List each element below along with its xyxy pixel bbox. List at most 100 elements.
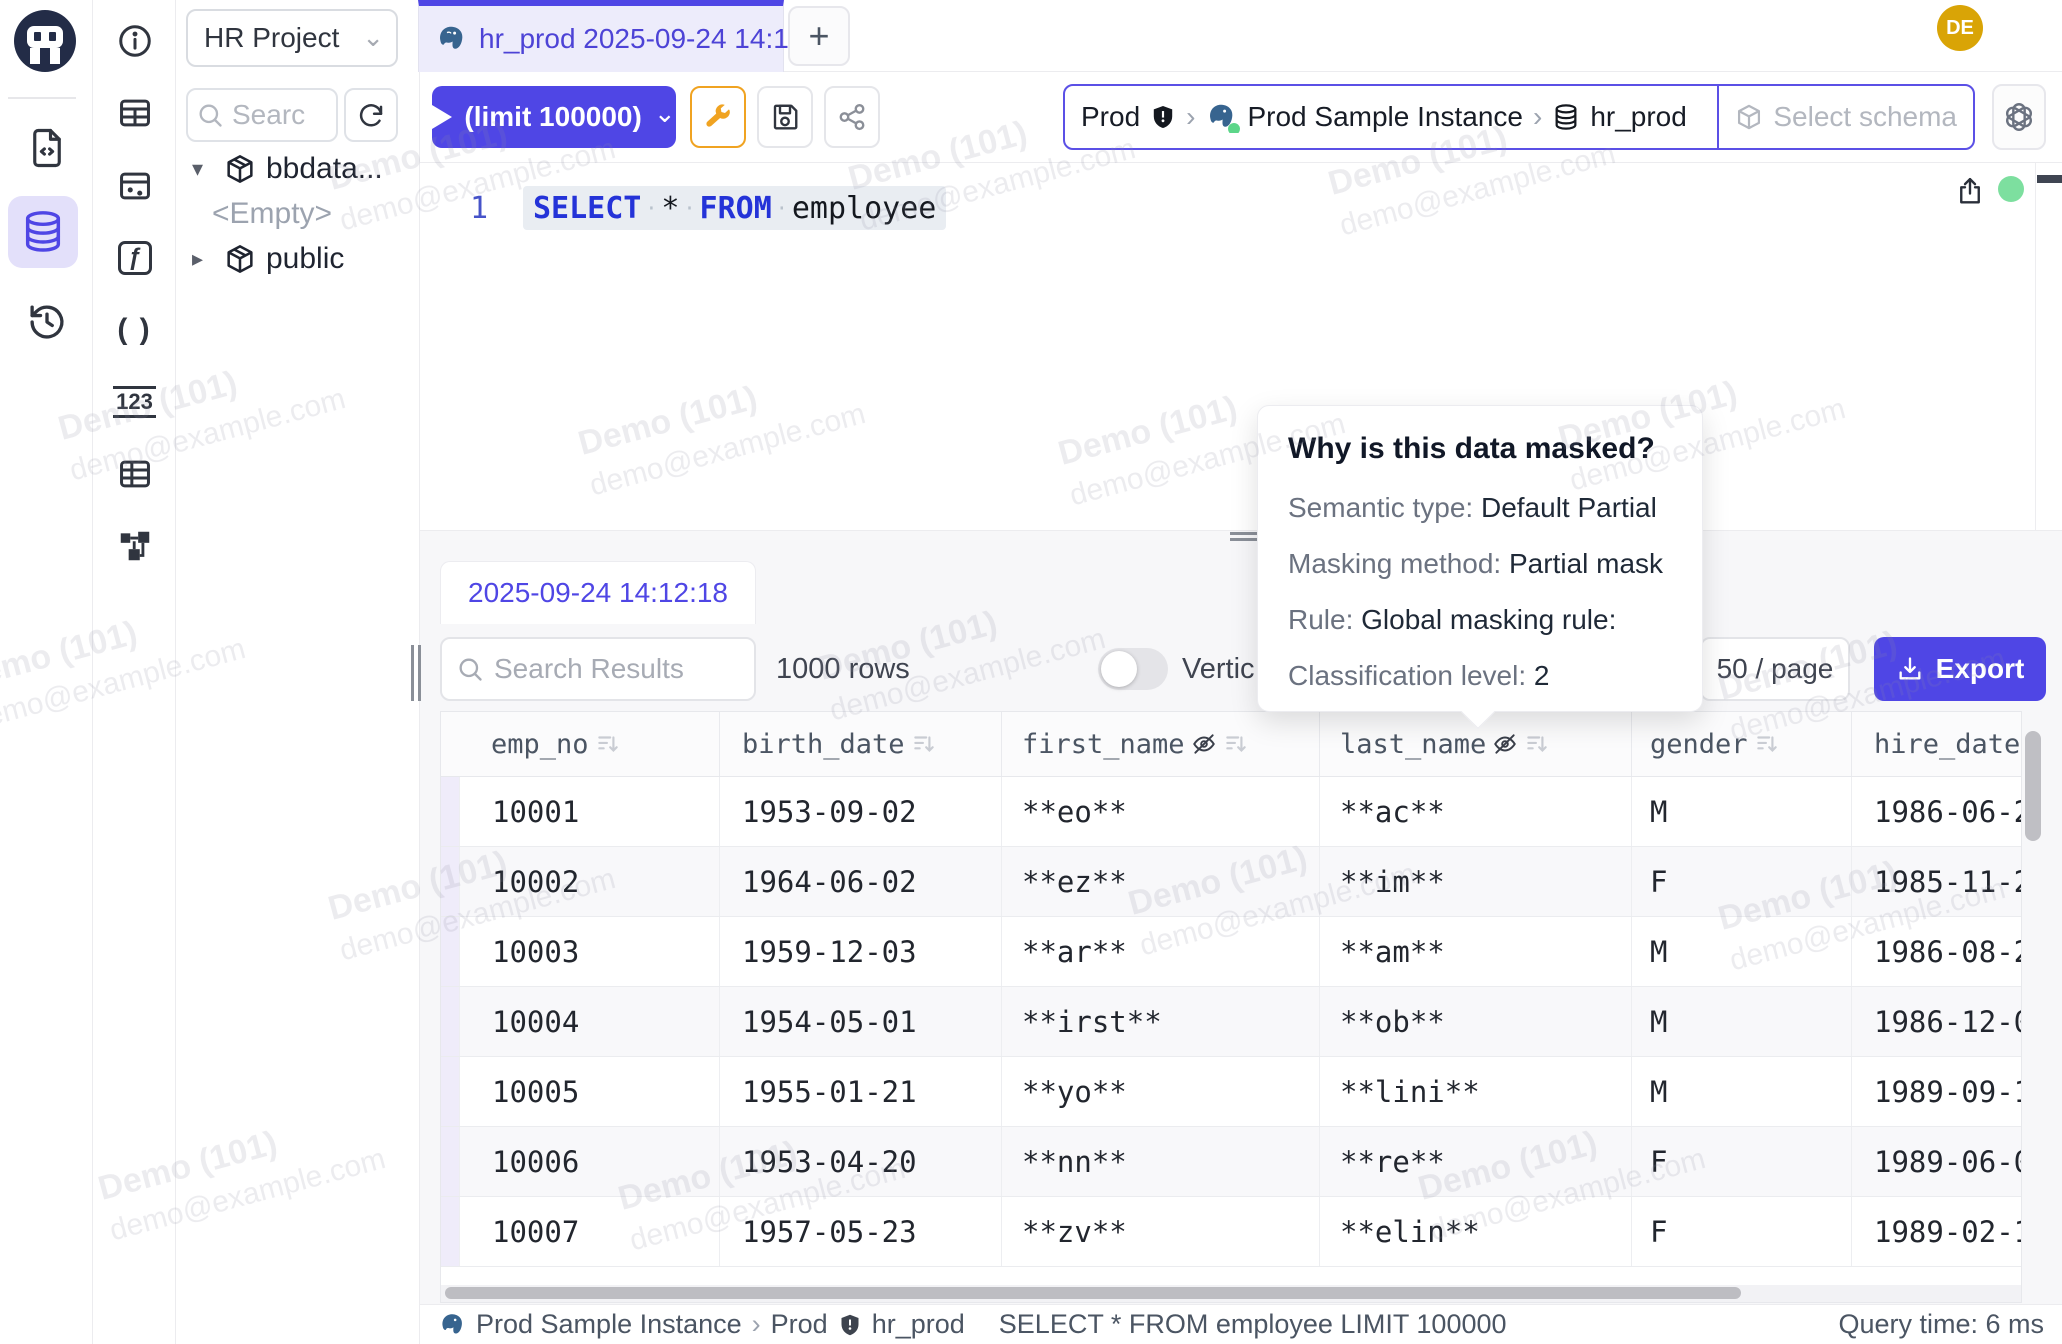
column-header-gender[interactable]: gender (1631, 712, 1851, 776)
cell[interactable]: 1989-02-1 (1851, 1197, 2021, 1266)
tool-data-table[interactable] (93, 156, 176, 216)
format-sql-button[interactable] (690, 86, 746, 148)
cell[interactable]: 10003 (459, 917, 719, 986)
cell[interactable]: 1989-06-0 (1851, 1127, 2021, 1196)
breadcrumb-database[interactable]: hr_prod (1590, 101, 1687, 133)
breadcrumb-env[interactable]: Prod (1081, 101, 1140, 133)
tool-tables[interactable] (93, 83, 176, 143)
postgres-icon (438, 1311, 466, 1339)
sort-icon[interactable] (1223, 731, 1249, 757)
sql-editor[interactable]: 1 SELECT · * · FROM · employee (420, 163, 2062, 530)
cell[interactable]: M (1631, 1057, 1851, 1126)
tab-active-worksheet[interactable]: hr_prod 2025-09-24 14:12 ● (418, 0, 784, 72)
cell-masked[interactable]: **ac** (1319, 777, 1631, 846)
cell[interactable]: F (1631, 1127, 1851, 1196)
tool-info[interactable] (93, 11, 176, 71)
wrench-icon (703, 102, 733, 132)
cell-masked[interactable]: **irst** (1001, 987, 1319, 1056)
sql-editor-app: ƒ ( ) 123 HR P (0, 0, 2062, 1344)
cell[interactable]: 10002 (459, 847, 719, 916)
cell-masked[interactable]: **nn** (1001, 1127, 1319, 1196)
tree-node-database[interactable]: ▾ bbdata... (192, 152, 383, 186)
cell[interactable]: 1953-04-20 (719, 1127, 1001, 1196)
tool-views[interactable] (93, 444, 176, 504)
results-search-input[interactable]: Search Results (440, 637, 756, 701)
panel-resize-handle[interactable] (411, 645, 425, 706)
tree-search-input[interactable]: Searc (186, 88, 338, 142)
sidebar-item-history[interactable] (0, 286, 93, 358)
sort-icon[interactable] (1524, 731, 1550, 757)
run-query-button[interactable]: (limit 100000) ⌄ (432, 86, 676, 148)
project-selector[interactable]: HR Project ⌄ (186, 9, 398, 67)
cell[interactable]: 10006 (459, 1127, 719, 1196)
sort-icon[interactable] (595, 731, 621, 757)
cell[interactable]: M (1631, 987, 1851, 1056)
horizontal-scrollbar-thumb[interactable] (445, 1287, 1741, 1299)
cell[interactable]: M (1631, 917, 1851, 986)
cell[interactable]: 10001 (459, 777, 719, 846)
cell-masked[interactable]: **am** (1319, 917, 1631, 986)
sort-icon[interactable] (1754, 731, 1780, 757)
column-header-emp-no[interactable]: emp_no (441, 712, 719, 776)
connection-breadcrumb[interactable]: Prod › Prod Sample Instance › (1063, 84, 1975, 150)
cell-masked[interactable]: **elin** (1319, 1197, 1631, 1266)
cell[interactable]: 1959-12-03 (719, 917, 1001, 986)
export-button[interactable]: Export (1874, 637, 2046, 701)
cell[interactable]: F (1631, 847, 1851, 916)
tool-parentheses[interactable]: ( ) (93, 300, 176, 360)
cell[interactable]: 1986-08-2 (1851, 917, 2021, 986)
cell[interactable]: 1985-11-2 (1851, 847, 2021, 916)
upload-sheet-button[interactable] (1955, 176, 1985, 206)
cell-masked[interactable]: **ez** (1001, 847, 1319, 916)
ai-assistant-button[interactable] (1992, 84, 2046, 150)
tool-functions[interactable]: ƒ (93, 228, 176, 288)
avatar[interactable]: DE (1937, 5, 1983, 51)
sort-icon[interactable] (911, 731, 937, 757)
new-tab-button[interactable]: + (788, 6, 850, 66)
project-selector-label: HR Project (204, 22, 354, 54)
tree-node-public-schema[interactable]: ▸ public (192, 242, 344, 276)
tool-sequences[interactable]: 123 (93, 372, 176, 432)
save-button[interactable] (757, 86, 813, 148)
cell[interactable]: 1957-05-23 (719, 1197, 1001, 1266)
cell[interactable]: M (1631, 777, 1851, 846)
cell[interactable]: 1989-09-1 (1851, 1057, 2021, 1126)
breadcrumb-instance[interactable]: Prod Sample Instance (1247, 101, 1523, 133)
vertical-scrollbar-thumb[interactable] (2025, 731, 2041, 841)
cell-masked[interactable]: **im** (1319, 847, 1631, 916)
cell[interactable]: 10004 (459, 987, 719, 1056)
parentheses-icon: ( ) (117, 313, 151, 347)
database-cylinder-icon (1552, 103, 1580, 131)
refresh-button[interactable] (344, 88, 398, 142)
cell-masked[interactable]: **zv** (1001, 1197, 1319, 1266)
cell-masked[interactable]: **yo** (1001, 1057, 1319, 1126)
sidebar-item-database-active[interactable] (8, 196, 78, 268)
schema-select[interactable]: Select schema (1717, 86, 1973, 148)
cell[interactable]: 1955-01-21 (719, 1057, 1001, 1126)
cell[interactable]: 10007 (459, 1197, 719, 1266)
sidebar-item-worksheets[interactable] (0, 112, 93, 184)
cell[interactable]: 10005 (459, 1057, 719, 1126)
horizontal-scrollbar[interactable] (441, 1285, 2022, 1302)
cell-masked[interactable]: **re** (1319, 1127, 1631, 1196)
cell[interactable]: 1986-12-0 (1851, 987, 2021, 1056)
vertical-display-toggle[interactable] (1098, 648, 1168, 690)
column-header-first-name[interactable]: first_name (1001, 712, 1319, 776)
bytebase-logo-icon[interactable] (14, 10, 76, 72)
cell[interactable]: 1953-09-02 (719, 777, 1001, 846)
tool-schema-diagram[interactable] (93, 516, 176, 576)
cell[interactable]: 1986-06-2 (1851, 777, 2021, 846)
editor-scrollbar-thumb[interactable] (2037, 175, 2062, 183)
share-button[interactable] (824, 86, 880, 148)
column-header-birth-date[interactable]: birth_date (719, 712, 1001, 776)
cell-masked[interactable]: **lini** (1319, 1057, 1631, 1126)
cell[interactable]: 1954-05-01 (719, 987, 1001, 1056)
cell-masked[interactable]: **eo** (1001, 777, 1319, 846)
cell[interactable]: F (1631, 1197, 1851, 1266)
cell[interactable]: 1964-06-02 (719, 847, 1001, 916)
page-size-select[interactable]: 50 / page (1700, 637, 1850, 701)
column-header-hire-date[interactable]: hire_date (1851, 712, 2021, 776)
cell-masked[interactable]: **ar** (1001, 917, 1319, 986)
cell-masked[interactable]: **ob** (1319, 987, 1631, 1056)
result-set-tab[interactable]: 2025-09-24 14:12:18 (440, 561, 756, 624)
